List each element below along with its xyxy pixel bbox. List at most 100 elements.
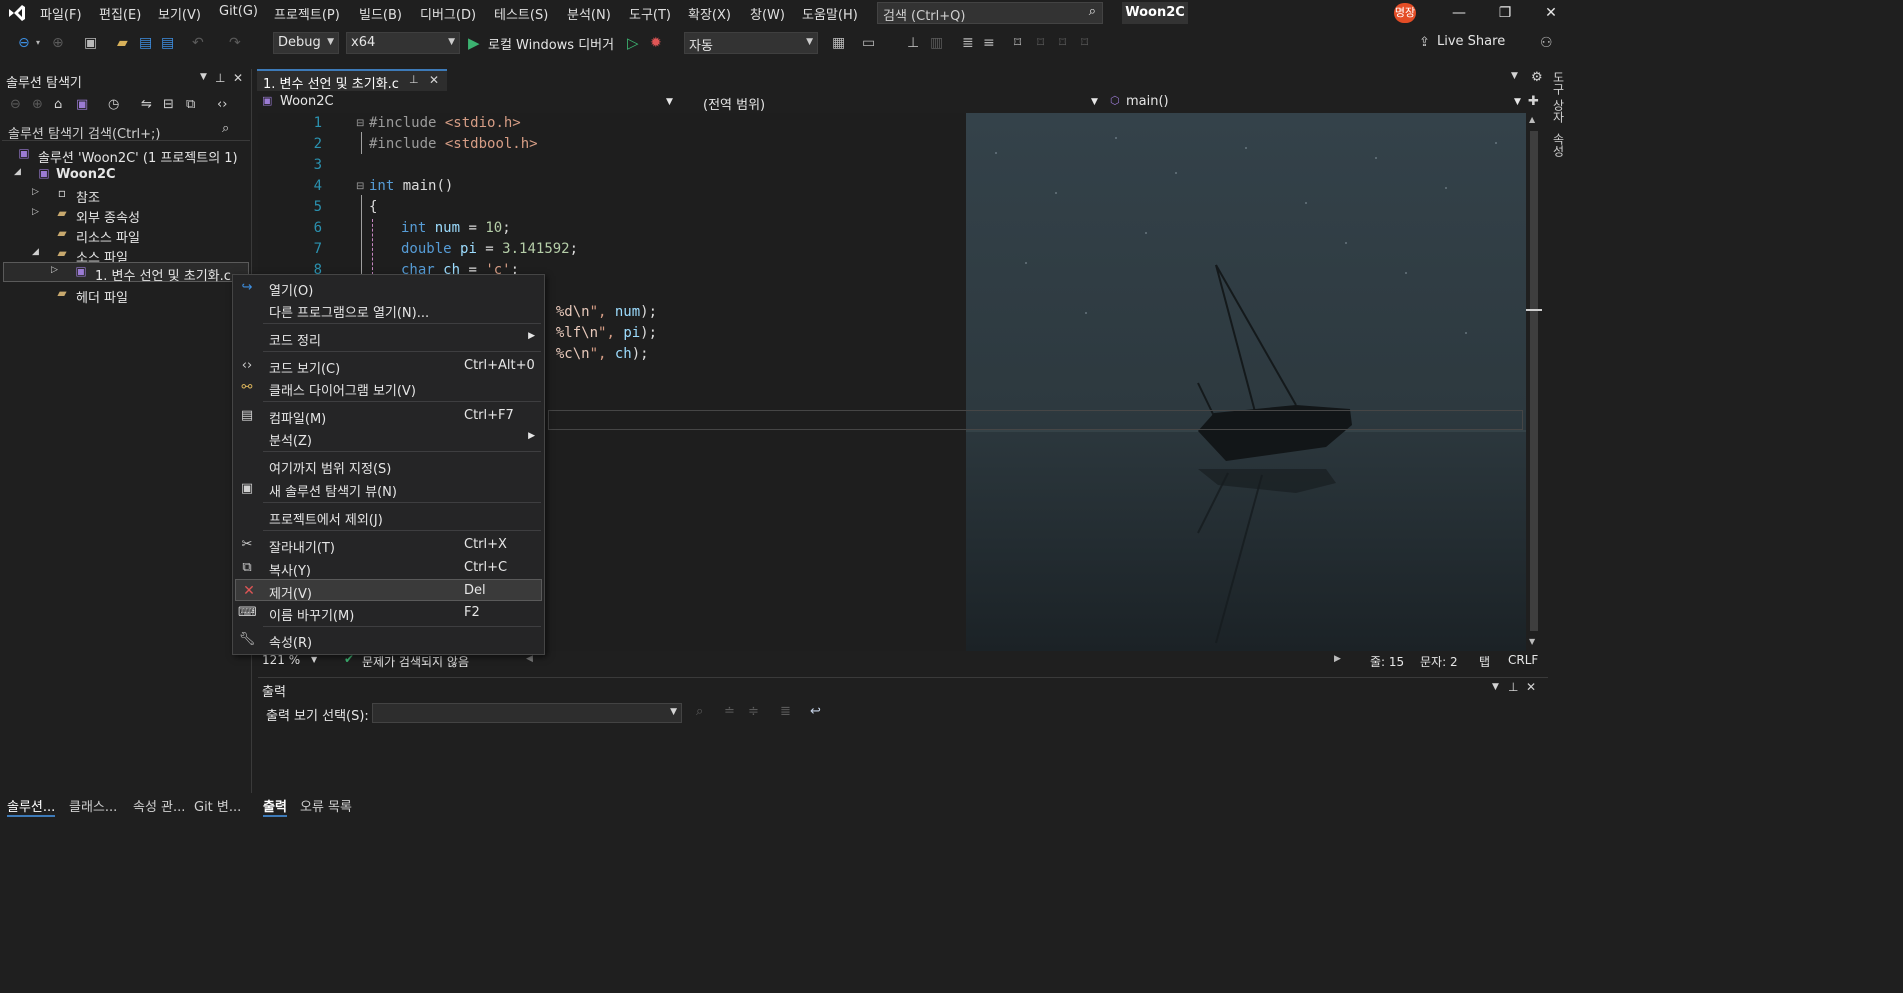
- menu-build[interactable]: 빌드(B): [359, 4, 402, 23]
- platform-select[interactable]: x64 ▼: [346, 32, 460, 54]
- new-item-icon[interactable]: ▣: [84, 34, 97, 52]
- menu-item-class-diagram[interactable]: ⚯ 클래스 다이어그램 보기(V): [234, 377, 543, 399]
- tree-item-external-deps[interactable]: ▷ ▰ 외부 종속성: [0, 205, 250, 226]
- avatar[interactable]: 명장: [1394, 3, 1416, 23]
- step-icon[interactable]: ⊥: [907, 34, 919, 52]
- comment-icon[interactable]: ≣: [962, 34, 974, 52]
- close-icon[interactable]: ✕: [1536, 4, 1566, 22]
- show-all-files-icon[interactable]: ⧉: [186, 97, 195, 112]
- align-icon[interactable]: ▥: [930, 34, 943, 52]
- code-icon[interactable]: ‹›: [217, 97, 227, 112]
- gear-icon[interactable]: ⚙: [1531, 70, 1543, 85]
- open-folder-icon[interactable]: ▰: [117, 34, 128, 52]
- pending-changes-icon[interactable]: ◷: [108, 97, 119, 112]
- menu-item-scope-to-this[interactable]: 여기까지 범위 지정(S): [234, 455, 543, 477]
- chevron-down-icon[interactable]: ▼: [1492, 682, 1499, 692]
- properties-tab[interactable]: 속성: [1550, 133, 1567, 157]
- scroll-left-icon[interactable]: ◀: [526, 654, 533, 664]
- menu-item-open[interactable]: ↪ 열기(O): [234, 277, 543, 299]
- forward-icon[interactable]: ⊕: [32, 97, 43, 112]
- scrollbar-thumb[interactable]: [1530, 131, 1538, 631]
- collapsed-arrow-icon[interactable]: ▷: [32, 207, 39, 217]
- menu-item-copy[interactable]: ⧉ 복사(Y) Ctrl+C: [234, 557, 543, 579]
- menu-item-code-cleanup[interactable]: 코드 정리 ▶: [234, 327, 543, 349]
- live-share-icon[interactable]: ⇪: [1419, 34, 1430, 52]
- menu-item-cut[interactable]: ✂ 잘라내기(T) Ctrl+X: [234, 534, 543, 556]
- split-editor-icon[interactable]: ✚: [1528, 94, 1539, 109]
- pin-icon[interactable]: ⊥: [1508, 680, 1518, 694]
- start-without-debug-icon[interactable]: ▷: [627, 34, 639, 52]
- next-message-icon[interactable]: ≑: [748, 704, 759, 719]
- expanded-arrow-icon[interactable]: ◢: [14, 167, 21, 177]
- menu-help[interactable]: 도움말(H): [802, 4, 858, 23]
- menu-item-view-code[interactable]: ‹› 코드 보기(C) Ctrl+Alt+0: [234, 355, 543, 377]
- scroll-up-icon[interactable]: ▲: [1529, 115, 1535, 124]
- menu-test[interactable]: 테스트(S): [494, 4, 548, 23]
- menu-tools[interactable]: 도구(T): [629, 4, 671, 23]
- collapse-icon[interactable]: ⊟: [356, 118, 364, 129]
- menu-item-compile[interactable]: ▤ 컴파일(M) Ctrl+F7: [234, 405, 543, 427]
- collapse-icon[interactable]: ⊟: [356, 181, 364, 192]
- uncomment-icon[interactable]: ≡: [983, 34, 995, 52]
- menu-analyze[interactable]: 분석(N): [567, 4, 611, 23]
- menu-window[interactable]: 창(W): [750, 4, 785, 23]
- restore-icon[interactable]: ❐: [1490, 4, 1520, 22]
- scroll-down-icon[interactable]: ▼: [1529, 637, 1535, 646]
- zoom-level[interactable]: 121 %: [262, 653, 300, 667]
- menu-item-exclude-from-project[interactable]: 프로젝트에서 제외(J): [234, 506, 543, 528]
- tree-item-solution[interactable]: ▣ 솔루션 'Woon2C' (1 프로젝트의 1): [0, 145, 250, 166]
- undo-icon[interactable]: ↶: [192, 34, 204, 52]
- menu-item-properties[interactable]: 🔧︎ 속성(R): [234, 629, 543, 651]
- scroll-right-icon[interactable]: ▶: [1334, 654, 1341, 664]
- tab-property-manager[interactable]: 속성 관...: [133, 796, 185, 815]
- menu-item-new-explorer-view[interactable]: ▣ 새 솔루션 탐색기 뷰(N): [234, 478, 543, 500]
- prev-message-icon[interactable]: ≐: [724, 704, 735, 719]
- menu-item-remove[interactable]: ✕ 제거(V) Del: [235, 579, 542, 602]
- search-input[interactable]: 검색 (Ctrl+Q) ⌕: [877, 2, 1103, 24]
- redo-icon[interactable]: ↷: [229, 34, 241, 52]
- menu-view[interactable]: 보기(V): [158, 4, 201, 23]
- menu-edit[interactable]: 편집(E): [99, 4, 141, 23]
- menu-debug[interactable]: 디버그(D): [420, 4, 476, 23]
- bookmark-clear-icon[interactable]: ⌑: [1081, 34, 1088, 52]
- tree-item-references[interactable]: ▷ ▫ 참조: [0, 185, 250, 206]
- expanded-arrow-icon[interactable]: ◢: [32, 247, 39, 257]
- output-source-select[interactable]: ▼: [372, 703, 682, 723]
- toolbox-tab[interactable]: 도구 상자: [1550, 71, 1567, 123]
- tab-git-changes[interactable]: Git 변...: [194, 796, 241, 815]
- live-share-button[interactable]: Live Share: [1437, 34, 1505, 49]
- sync-icon[interactable]: ⇋: [141, 97, 152, 112]
- tab-class-view[interactable]: 클래스...: [69, 796, 117, 815]
- back-icon[interactable]: ⊖: [10, 97, 21, 112]
- layout-icon[interactable]: ▭: [862, 34, 875, 52]
- collapse-all-icon[interactable]: ⊟: [163, 97, 174, 112]
- chevron-down-icon[interactable]: ▾: [36, 34, 40, 52]
- save-all-icon[interactable]: ▤: [161, 34, 174, 52]
- tab-output[interactable]: 출력: [263, 796, 287, 817]
- tab-indicator[interactable]: 탭: [1479, 653, 1490, 670]
- member-dropdown[interactable]: ⬡ main() ▼: [1108, 92, 1526, 113]
- chevron-down-icon[interactable]: ▼: [311, 655, 317, 664]
- debugger-button[interactable]: 로컬 Windows 디버거: [488, 34, 614, 53]
- tab-source-file[interactable]: 1. 변수 선언 및 초기화.c ⊥ ✕: [257, 69, 447, 92]
- chevron-down-icon[interactable]: ▼: [1511, 71, 1518, 81]
- scope-dropdown[interactable]: (전역 범위) ▼: [683, 92, 1103, 113]
- chevron-down-icon[interactable]: ▼: [200, 72, 207, 82]
- bookmark-next-icon[interactable]: ⌑: [1059, 34, 1066, 52]
- hot-reload-icon[interactable]: ✹: [650, 34, 662, 52]
- tree-item-header-files[interactable]: ▰ 헤더 파일: [0, 285, 250, 306]
- clear-all-icon[interactable]: ≣: [780, 704, 791, 719]
- menu-file[interactable]: 파일(F): [40, 4, 82, 23]
- config-select[interactable]: Debug ▼: [273, 32, 339, 54]
- tab-error-list[interactable]: 오류 목록: [300, 796, 352, 815]
- back-icon[interactable]: ⊖: [18, 34, 30, 52]
- word-wrap-icon[interactable]: ↩: [810, 704, 821, 719]
- switch-views-icon[interactable]: ▣: [76, 97, 88, 112]
- collapsed-arrow-icon[interactable]: ▷: [32, 187, 39, 197]
- home-icon[interactable]: ⌂: [54, 97, 62, 112]
- save-icon[interactable]: ▤: [139, 34, 152, 52]
- close-icon[interactable]: ✕: [233, 71, 243, 85]
- menu-git[interactable]: Git(G): [219, 4, 258, 22]
- close-icon[interactable]: ✕: [1526, 680, 1536, 694]
- start-debug-icon[interactable]: ▶: [468, 34, 480, 52]
